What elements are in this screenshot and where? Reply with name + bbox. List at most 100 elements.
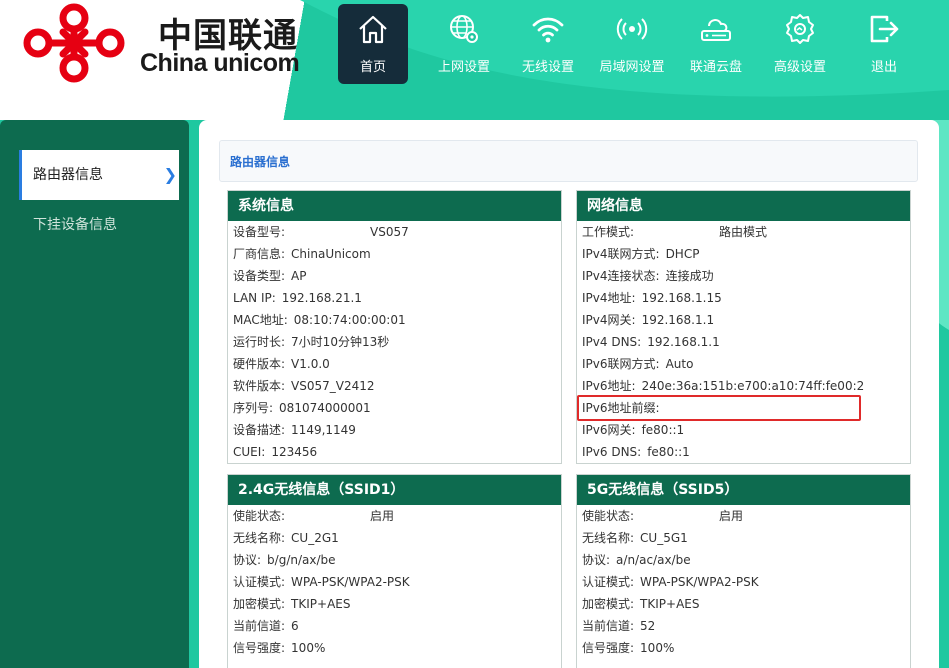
info-key: 工作模式: <box>582 225 635 239</box>
info-row: 信号强度: 100% <box>228 637 561 659</box>
sidebar-item-router-info[interactable]: 路由器信息 ❯ <box>19 150 179 200</box>
info-row: 使能状态: 启用 <box>228 505 561 527</box>
info-key: 信号强度: <box>582 641 635 655</box>
info-value: CU_2G1 <box>291 531 339 545</box>
info-key: IPv4连接状态: <box>582 269 660 283</box>
network-info-panel: 网络信息 工作模式: 路由模式 IPv4联网方式: DHCP IPv4连接状态: 连接成功… <box>576 190 911 464</box>
info-row: IPv6 DNS: fe80::1 <box>577 441 910 463</box>
globe-gear-icon <box>450 15 478 43</box>
info-value: VS057_V2412 <box>291 379 375 393</box>
info-key: IPv4 DNS: <box>582 335 642 349</box>
info-value: 6 <box>291 619 299 633</box>
wifi-24g-panel: 2.4G无线信息（SSID1） 使能状态: 启用无线名称: CU_2G1 协议: b/g… <box>227 474 562 668</box>
info-key: 设备类型: <box>233 269 286 283</box>
info-row: 序列号: 081074000001 <box>228 397 561 419</box>
info-row: IPv4连接状态: 连接成功 <box>577 265 910 287</box>
nav-wireless-settings[interactable]: 无线设置 <box>506 4 590 84</box>
info-key: IPv6联网方式: <box>582 357 660 371</box>
info-row: 认证模式: WPA-PSK/WPA2-PSK <box>228 571 561 593</box>
info-row: 当前信道: 52 <box>577 615 910 637</box>
nav-lan-label: 局域网设置 <box>599 60 665 75</box>
info-row: 运行时长: 7小时10分钟13秒 <box>228 331 561 353</box>
info-key: IPv6网关: <box>582 423 636 437</box>
main-nav: 首页 上网设置 无线设置 局域网设置 联通云盘 高级设置 退出 <box>338 4 926 86</box>
info-key: IPv6地址: <box>582 379 636 393</box>
info-key: 无线名称: <box>233 531 286 545</box>
info-value: 52 <box>640 619 656 633</box>
info-value: TKIP+AES <box>291 597 351 611</box>
nav-internet-label: 上网设置 <box>437 60 490 75</box>
info-row: 无线名称: CU_2G1 <box>228 527 561 549</box>
chevron-right-icon: ❯ <box>163 165 177 184</box>
sidebar-item-connected-devices[interactable]: 下挂设备信息 <box>19 200 179 250</box>
info-key: 使能状态: <box>233 509 286 523</box>
nav-advanced-settings[interactable]: 高级设置 <box>758 4 842 84</box>
info-value: 连接成功 <box>665 269 714 283</box>
nav-home-label: 首页 <box>359 60 386 75</box>
info-row: IPv6地址: 240e:36a:151b:e700:a10:74ff:fe00:… <box>577 375 910 397</box>
cloud-drive-icon <box>701 19 731 41</box>
nav-logout[interactable]: 退出 <box>842 4 926 84</box>
info-value: WPA-PSK/WPA2-PSK <box>291 575 410 589</box>
info-row: LAN IP: 192.168.21.1 <box>228 287 561 309</box>
info-row: 硬件版本: V1.0.0 <box>228 353 561 375</box>
nav-lan-settings[interactable]: 局域网设置 <box>590 4 674 84</box>
breadcrumb: 路由器信息 <box>219 140 918 182</box>
info-row: 协议: a/n/ac/ax/be <box>577 549 910 571</box>
panel-title: 5G无线信息（SSID5） <box>577 475 910 505</box>
top-header: 中国联通 China unicom 首页 上网设置 无线设置 局域网设置 联通云… <box>0 0 949 330</box>
info-value: b/g/n/ax/be <box>267 553 336 567</box>
info-value: a/n/ac/ax/be <box>616 553 691 567</box>
info-key: IPv6 DNS: <box>582 445 642 459</box>
info-value: 192.168.21.1 <box>281 291 362 305</box>
info-key: LAN IP: <box>233 291 276 305</box>
info-key: 认证模式: <box>233 575 286 589</box>
gear-icon <box>786 14 814 44</box>
panel-title: 2.4G无线信息（SSID1） <box>228 475 561 505</box>
info-row: 使能状态: 启用 <box>577 505 910 527</box>
info-value: CU_5G1 <box>640 531 688 545</box>
info-key: 无线名称: <box>582 531 635 545</box>
nav-internet-settings[interactable]: 上网设置 <box>422 4 506 84</box>
info-value: 100% <box>291 641 326 655</box>
info-row: IPv4地址: 192.168.1.15 <box>577 287 910 309</box>
info-value: 100% <box>640 641 675 655</box>
system-info-rows: 设备型号: VS057 厂商信息: ChinaUnicom 设备类型: AP LAN IP:… <box>228 221 561 463</box>
info-row: 协议: b/g/n/ax/be <box>228 549 561 571</box>
info-key: 认证模式: <box>582 575 635 589</box>
nav-home[interactable]: 首页 <box>338 4 408 84</box>
info-value: 08:10:74:00:00:01 <box>293 313 406 327</box>
info-value: 192.168.1.15 <box>641 291 722 305</box>
logout-icon <box>870 15 899 43</box>
info-row: IPv6联网方式: Auto <box>577 353 910 375</box>
info-row: 设备型号: VS057 <box>228 221 561 243</box>
info-value: 192.168.1.1 <box>641 313 715 327</box>
info-key: CUEI: <box>233 445 266 459</box>
nav-cloud-label: 联通云盘 <box>689 60 742 75</box>
info-key: 硬件版本: <box>233 357 286 371</box>
info-key: 设备型号: <box>233 225 286 239</box>
info-key: 加密模式: <box>582 597 635 611</box>
info-row: 当前信道: 6 <box>228 615 561 637</box>
info-key: 使能状态: <box>582 509 635 523</box>
info-value: 1149,1149 <box>291 423 356 437</box>
info-key: 软件版本: <box>233 379 286 393</box>
info-value: TKIP+AES <box>640 597 700 611</box>
network-info-rows: 工作模式: 路由模式 IPv4联网方式: DHCP IPv4连接状态: 连接成功 IPv4地… <box>577 221 910 463</box>
info-value: 7小时10分钟13秒 <box>291 335 390 349</box>
info-key: MAC地址: <box>233 313 288 327</box>
info-key: 设备描述: <box>233 423 286 437</box>
sidebar-item-label: 路由器信息 <box>33 167 103 183</box>
nav-cloud-drive[interactable]: 联通云盘 <box>674 4 758 84</box>
info-key: IPv6地址前缀: <box>582 401 660 415</box>
info-row: 设备描述: 1149,1149 <box>228 419 561 441</box>
info-value: DHCP <box>665 247 700 261</box>
unicom-knot-icon <box>23 3 125 83</box>
info-row: 工作模式: 路由模式 <box>577 221 910 243</box>
info-row: 加密模式: TKIP+AES <box>577 593 910 615</box>
info-row: IPv4网关: 192.168.1.1 <box>577 309 910 331</box>
sidebar-item-label: 下挂设备信息 <box>33 217 117 233</box>
info-value: 启用 <box>370 509 395 523</box>
info-row: IPv6地址前缀: <box>577 397 910 419</box>
info-value: 240e:36a:151b:e700:a10:74ff:fe00:2 <box>641 379 865 393</box>
